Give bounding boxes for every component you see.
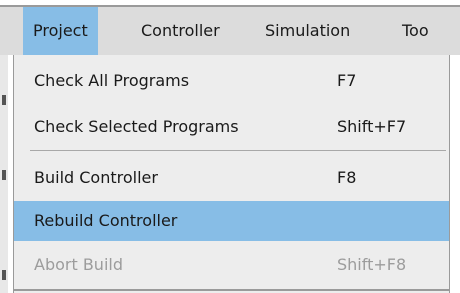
background-window-edge <box>0 55 8 293</box>
menu-item-shortcut: Shift+F7 <box>337 117 407 136</box>
menu-item-label: Check All Programs <box>34 71 190 90</box>
menu-bar: Project Controller Simulation Too <box>0 5 460 55</box>
menu-item-check-selected-programs[interactable]: Check Selected Programs Shift+F7 <box>14 107 449 147</box>
background-tick <box>2 270 6 280</box>
menu-item-shortcut: F8 <box>337 168 357 187</box>
menu-item-rebuild-controller[interactable]: Rebuild Controller <box>14 201 449 241</box>
menu-item-label: Check Selected Programs <box>34 117 239 136</box>
dropdown-bottom-border <box>13 289 450 291</box>
menu-item-build-controller[interactable]: Build Controller F8 <box>14 158 449 198</box>
menu-controller-label: Controller <box>141 21 220 40</box>
menu-controller[interactable]: Controller <box>141 7 220 55</box>
menu-item-label: Rebuild Controller <box>34 211 178 230</box>
project-dropdown-menu: Check All Programs F7 Check Selected Pro… <box>13 55 450 293</box>
menu-tools[interactable]: Too <box>402 7 429 55</box>
menu-project-label: Project <box>33 21 88 40</box>
background-tick <box>2 95 6 105</box>
menu-project[interactable]: Project <box>23 7 98 55</box>
menu-item-abort-build[interactable]: Abort Build Shift+F8 <box>14 245 449 285</box>
menu-simulation[interactable]: Simulation <box>265 7 350 55</box>
background-tick <box>2 170 6 180</box>
menu-separator <box>30 150 446 151</box>
menu-item-label: Abort Build <box>34 255 123 274</box>
menu-simulation-label: Simulation <box>265 21 351 40</box>
menu-item-label: Build Controller <box>34 168 158 187</box>
menu-item-shortcut: F7 <box>337 71 357 90</box>
menu-tools-label: Too <box>402 21 429 40</box>
menu-item-check-all-programs[interactable]: Check All Programs F7 <box>14 61 449 101</box>
menu-item-shortcut: Shift+F8 <box>337 255 407 274</box>
